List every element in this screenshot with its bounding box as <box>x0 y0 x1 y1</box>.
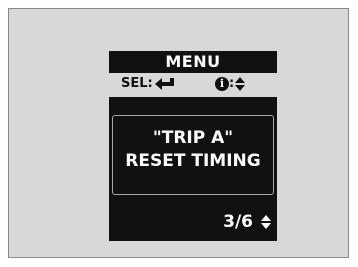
message-line-2: RESET TIMING <box>125 151 261 171</box>
menu-title: MENU <box>165 52 221 71</box>
display-frame: MENU SEL: i : "TRIP A" RESET TIMING 3/6 <box>8 8 349 258</box>
message-box: "TRIP A" RESET TIMING <box>112 115 274 195</box>
message-line-1: "TRIP A" <box>152 128 234 148</box>
message-panel: "TRIP A" RESET TIMING 3/6 <box>109 97 277 241</box>
menu-title-bar: MENU <box>109 51 277 73</box>
control-hint-row: SEL: i : <box>109 74 277 94</box>
info-icon: i <box>215 77 229 91</box>
info-hint: i : <box>215 74 246 94</box>
page-counter: 3/6 <box>223 211 271 233</box>
up-down-arrows-icon <box>235 77 246 91</box>
page-indicator: 3/6 <box>223 212 253 232</box>
select-hint: SEL: <box>121 74 175 94</box>
page-up-down-arrows-icon <box>261 215 271 229</box>
info-hint-separator: : <box>229 76 235 91</box>
enter-arrow-icon <box>154 78 174 90</box>
multi-info-display: MENU SEL: i : "TRIP A" RESET TIMING 3/6 <box>109 51 277 241</box>
select-hint-label: SEL: <box>121 76 153 91</box>
